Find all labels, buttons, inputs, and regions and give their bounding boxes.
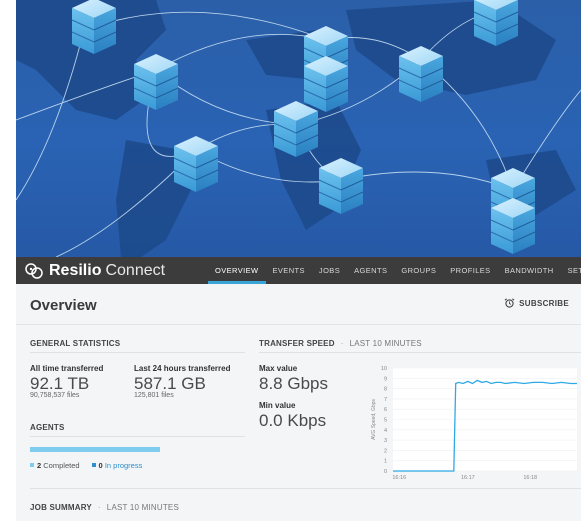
divider xyxy=(30,352,245,353)
divider xyxy=(259,352,581,353)
subscribe-label: SUBSCRIBE xyxy=(519,298,569,308)
job-summary-period: LAST 10 MINUTES xyxy=(106,503,180,512)
line-chart: 0 1 2 3 4 5 6 7 8 9 10 16:16 16:17 16:18 AVG Speed, Gb… xyxy=(371,366,577,481)
server-icon xyxy=(318,157,364,215)
hero-banner xyxy=(16,0,581,257)
server-icon xyxy=(273,100,319,158)
y-axis-label: AVG Speed, Gbps xyxy=(371,399,377,440)
agents-progress-bar xyxy=(30,447,160,452)
nav-events[interactable]: EVENTS xyxy=(266,257,312,284)
alarm-clock-icon xyxy=(504,298,515,308)
divider xyxy=(30,436,245,437)
transfer-speed-title: TRANSFER SPEED · LAST 10 MINUTES xyxy=(259,339,422,348)
product-name: Connect xyxy=(105,261,166,279)
x-tick-label: 16:17 xyxy=(461,475,475,481)
completed-dot xyxy=(30,463,34,467)
server-icon xyxy=(71,0,117,55)
all-time-label: All time transferred xyxy=(30,364,104,373)
y-tick-label: 8 xyxy=(384,387,387,393)
resilio-logo-icon xyxy=(25,262,43,279)
min-value-label: Min value xyxy=(259,401,296,410)
app-window: Resilio Connect OVERVIEW EVENTS JOBS AGE… xyxy=(16,0,581,521)
nav-menu: OVERVIEW EVENTS JOBS AGENTS GROUPS PROFI… xyxy=(208,257,581,284)
brand-name: Resilio xyxy=(49,261,102,279)
x-tick-label: 16:16 xyxy=(392,475,406,481)
nav-settings[interactable]: SETTINGS▾ xyxy=(561,257,581,284)
completed-count: 2 xyxy=(37,461,42,470)
y-tick-label: 6 xyxy=(384,407,387,413)
network-map-illustration xyxy=(16,0,581,257)
y-tick-label: 2 xyxy=(384,448,387,454)
last24-label: Last 24 hours transferred xyxy=(134,364,231,373)
separator-dot: · xyxy=(340,339,344,348)
agents-title: AGENTS xyxy=(30,423,65,432)
nav-groups[interactable]: GROUPS xyxy=(394,257,443,284)
min-value: 0.0 Kbps xyxy=(259,411,327,430)
y-tick-label: 5 xyxy=(384,418,387,424)
nav-settings-label: SETTINGS xyxy=(567,266,581,275)
completed-label: Completed xyxy=(43,461,80,470)
y-tick-label: 7 xyxy=(384,397,387,403)
nav-agents[interactable]: AGENTS xyxy=(347,257,394,284)
y-tick-label: 10 xyxy=(381,366,387,372)
last24-value: 587.1 GB xyxy=(134,374,206,393)
nav-overview[interactable]: OVERVIEW xyxy=(208,257,266,284)
legend-in-progress: 0 In progress xyxy=(91,461,143,470)
y-tick-label: 3 xyxy=(384,438,387,444)
divider xyxy=(30,488,581,489)
resilio-logo[interactable]: Resilio Connect xyxy=(24,260,165,281)
y-tick-label: 4 xyxy=(384,428,387,434)
nav-jobs[interactable]: JOBS xyxy=(312,257,347,284)
max-value: 8.8 Gbps xyxy=(259,374,328,393)
in-progress-count: 0 xyxy=(98,461,103,470)
x-tick-label: 16:18 xyxy=(523,475,537,481)
y-tick-label: 0 xyxy=(384,469,387,475)
transfer-speed-heading: TRANSFER SPEED xyxy=(259,339,335,348)
top-navigation: Resilio Connect OVERVIEW EVENTS JOBS AGE… xyxy=(16,257,581,284)
dashboard-content: GENERAL STATISTICS All time transferred … xyxy=(16,325,581,521)
agents-legend: 2 Completed 0 In progress xyxy=(30,461,142,470)
y-tick-label: 1 xyxy=(384,459,387,465)
nav-profiles[interactable]: PROFILES xyxy=(443,257,497,284)
all-time-files: 90,758,537 files xyxy=(30,392,80,399)
server-icon xyxy=(133,53,179,111)
general-statistics-title: GENERAL STATISTICS xyxy=(30,339,121,348)
y-tick-label: 9 xyxy=(384,376,387,382)
transfer-speed-chart: 0 1 2 3 4 5 6 7 8 9 10 16:16 16:17 16:18 AVG Speed, Gb… xyxy=(359,363,579,485)
server-icon xyxy=(173,135,219,193)
server-icon xyxy=(398,45,444,103)
page-title: Overview xyxy=(30,297,97,314)
last24-files: 125,801 files xyxy=(134,392,174,399)
all-time-value: 92.1 TB xyxy=(30,374,90,393)
job-summary-heading: JOB SUMMARY xyxy=(30,503,92,512)
nav-bandwidth[interactable]: BANDWIDTH xyxy=(498,257,561,284)
separator-dot: · xyxy=(97,503,101,512)
subscribe-button[interactable]: SUBSCRIBE xyxy=(504,298,569,308)
job-summary-title: JOB SUMMARY · LAST 10 MINUTES xyxy=(30,503,179,512)
transfer-speed-period: LAST 10 MINUTES xyxy=(349,339,422,348)
in-progress-label: In progress xyxy=(104,461,143,470)
page-header: Overview SUBSCRIBE xyxy=(16,284,581,325)
legend-completed: 2 Completed xyxy=(30,461,80,470)
max-value-label: Max value xyxy=(259,364,298,373)
in-progress-dot xyxy=(91,463,96,467)
